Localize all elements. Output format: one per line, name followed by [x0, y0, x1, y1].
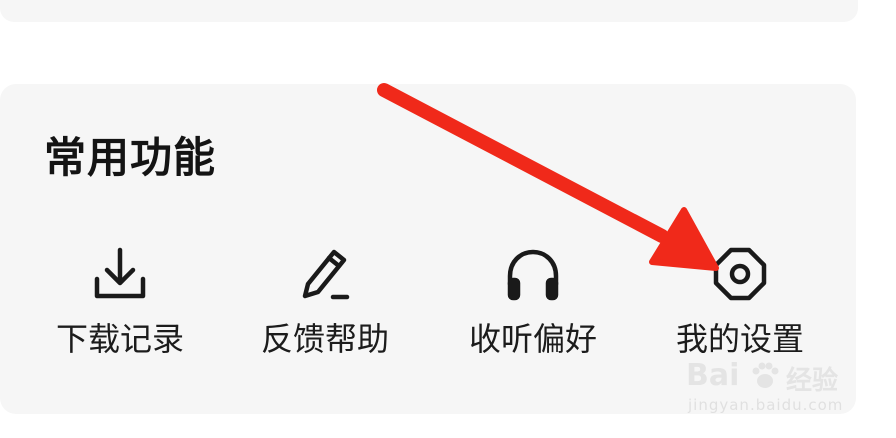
- listening-preferences-button[interactable]: 收听偏好: [458, 236, 608, 366]
- screenshot-page: 常用功能 下载记录 反馈帮助 收听偏好 我的设置 Bai 经验 jingyan.…: [0, 0, 896, 438]
- settings-icon: [708, 242, 772, 306]
- my-settings-button[interactable]: 我的设置: [665, 236, 815, 366]
- download-records-button[interactable]: 下载记录: [45, 236, 195, 366]
- previous-card: [0, 0, 858, 22]
- paw-icon: [752, 362, 779, 388]
- feedback-help-button[interactable]: 反馈帮助: [250, 236, 400, 366]
- pencil-icon: [293, 242, 357, 306]
- watermark-brand: Bai: [686, 358, 740, 393]
- download-icon: [88, 242, 152, 306]
- section-title: 常用功能: [44, 133, 217, 182]
- my-settings-label: 我的设置: [675, 320, 804, 358]
- download-records-label: 下载记录: [55, 320, 184, 358]
- feedback-help-label: 反馈帮助: [260, 320, 389, 358]
- watermark-url: jingyan.baidu.com: [688, 396, 844, 414]
- baidu-jingyan-watermark: Bai 经验 jingyan.baidu.com: [686, 358, 866, 428]
- watermark-suffix: 经验: [786, 366, 839, 396]
- headphones-icon: [501, 242, 565, 306]
- listening-preferences-label: 收听偏好: [468, 320, 597, 358]
